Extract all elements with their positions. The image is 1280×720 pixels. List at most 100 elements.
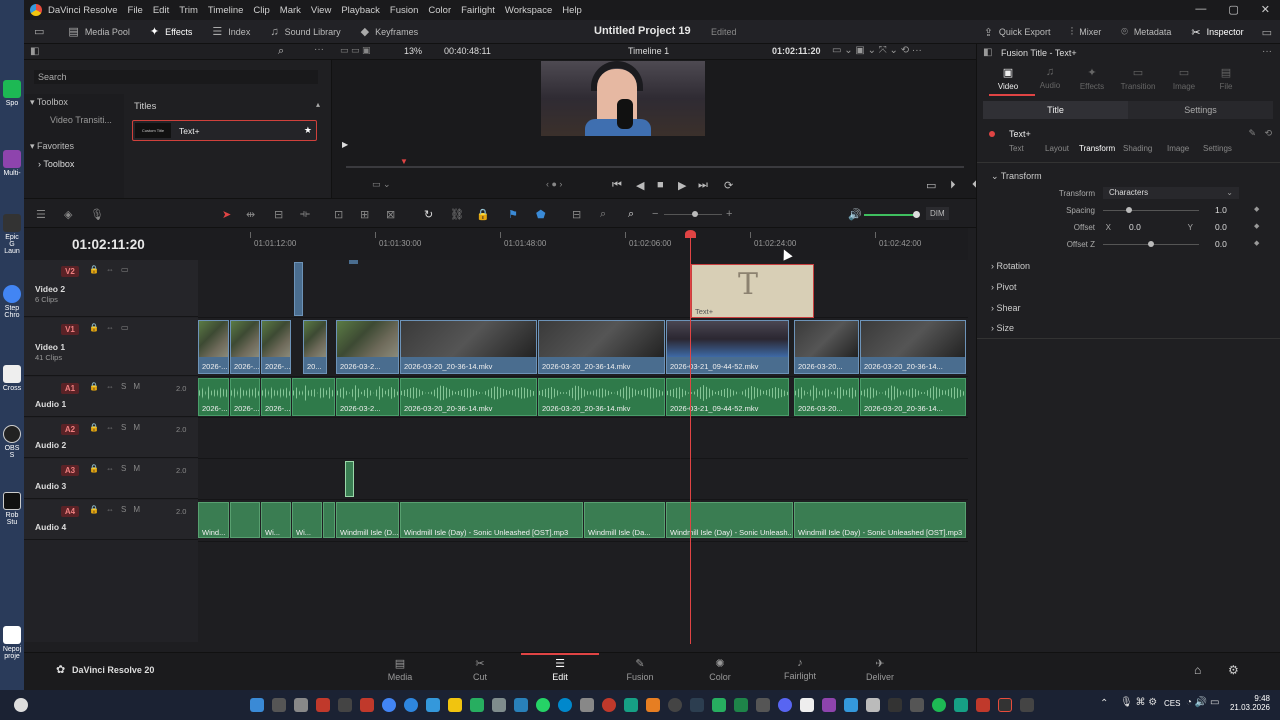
taskbar-app-icon[interactable] (844, 698, 858, 712)
file-explorer-icon[interactable] (448, 698, 462, 712)
marker-icon[interactable]: ⬟ (536, 208, 546, 221)
tray-chevron-icon[interactable]: ⌃ (1100, 698, 1108, 709)
magic-wand-icon[interactable]: ✎ (1248, 128, 1256, 139)
panel-toggle-icon[interactable]: ▭ (34, 25, 44, 38)
timeline-clip[interactable]: 2026-03-20_20-36-14... (860, 320, 966, 374)
replace-clip-icon[interactable]: ⊠ (386, 208, 395, 221)
network-volume-icons[interactable]: ◔ 🔊 ▭ (1186, 697, 1220, 708)
timeline-clip[interactable]: 2026-03-20... (794, 320, 859, 374)
auto-select-icon[interactable]: ⇔ (106, 505, 114, 514)
music-clip[interactable]: Wind... (198, 502, 229, 538)
stop-icon[interactable]: ■ (657, 179, 664, 191)
zoom-level[interactable]: 13% (404, 46, 422, 56)
subtab-text[interactable]: Text (1009, 144, 1024, 153)
inspector-tab-file[interactable]: ▤ File (1203, 66, 1249, 91)
inspector-tab-effects[interactable]: ✦ Effects (1069, 66, 1115, 91)
track-tag[interactable]: V1 (61, 324, 79, 335)
timeline-tracks[interactable]: T Text+ 2026-... 2026-... 2026-... 20...… (198, 260, 968, 642)
keyframe-icon[interactable]: ◆ (1254, 205, 1259, 213)
tree-video-transitions[interactable]: Video Transiti... (24, 112, 124, 130)
menu-fusion[interactable]: Fusion (390, 5, 419, 16)
menu-clip[interactable]: Clip (253, 5, 269, 16)
spacing-value[interactable]: 1.0 (1215, 205, 1227, 215)
mute-icon[interactable]: M (133, 505, 140, 514)
auto-select-icon[interactable]: ⇔ (106, 323, 114, 332)
page-media[interactable]: ▤ Media (365, 657, 435, 682)
music-clip[interactable] (323, 502, 335, 538)
close-button[interactable]: ✕ (1261, 3, 1270, 16)
timeline-clip[interactable] (349, 260, 358, 264)
sidebar-toggle-icon[interactable]: ◧ (30, 46, 39, 57)
zoom-in-icon[interactable]: + (726, 208, 732, 220)
taskbar-app-icon[interactable] (910, 698, 924, 712)
disable-track-icon[interactable]: ▭ (121, 323, 129, 332)
language-indicator[interactable]: CES (1164, 699, 1180, 708)
audio-clip[interactable]: 2026-03-20... (794, 378, 859, 416)
track-options-icon[interactable]: ◈ (64, 208, 72, 221)
lock-icon[interactable]: 🔒 (89, 464, 99, 473)
desktop-icon-spotify[interactable]: Spo (2, 80, 22, 107)
play-reverse-icon[interactable]: ◀ (636, 179, 644, 192)
audio-clip[interactable]: 2026-03-21_09-44-52.mkv (666, 378, 789, 416)
taskbar-app-icon[interactable] (712, 698, 726, 712)
desktop-icon-epic[interactable]: Epic G Laun (2, 214, 22, 255)
play-icon[interactable]: ▶ (678, 179, 686, 192)
audio-clip[interactable]: 2026-... (230, 378, 260, 416)
taskbar-app-icon[interactable] (316, 698, 330, 712)
title-item-textplus[interactable]: Custom Title Text+ ★ (132, 120, 317, 141)
viewer-scrubber[interactable] (346, 166, 964, 168)
viewer-layout-icon[interactable]: ▭ ▭ ▣ (340, 45, 371, 56)
transform-select[interactable]: Characters ⌄ (1103, 187, 1239, 199)
page-cut[interactable]: ✂ Cut (445, 657, 515, 682)
spotify-taskbar-icon[interactable] (932, 698, 946, 712)
record-voice-icon[interactable]: 🎙 (90, 208, 104, 221)
music-clip[interactable]: Wi... (261, 502, 291, 538)
taskbar-app-icon[interactable] (954, 698, 968, 712)
menu-timeline[interactable]: Timeline (208, 5, 244, 16)
audio-clip[interactable] (345, 461, 354, 497)
track-header-v1[interactable]: V1 🔒 ⇔ ▭ Video 1 41 Clips (24, 318, 198, 376)
timeline-clip[interactable]: 2026-03-21_09-44-52.mkv (666, 320, 789, 374)
mute-icon[interactable]: M (133, 382, 140, 391)
taskbar-app-icon[interactable] (360, 698, 374, 712)
music-clip[interactable]: Windmill Isle (Day) - Sonic Unleashed [O… (400, 502, 583, 538)
music-clip[interactable]: Windmill Isle (D... (336, 502, 399, 538)
panel-toggle-right-icon[interactable]: ▭ (1262, 26, 1272, 39)
inspector-button[interactable]: ✂ Inspector (1181, 20, 1253, 44)
go-to-start-icon[interactable]: ⏮ (612, 179, 622, 192)
subtab-image[interactable]: Image (1167, 144, 1189, 153)
solo-icon[interactable]: S (121, 464, 126, 473)
menu-view[interactable]: View (311, 5, 331, 16)
zoom-detail-icon[interactable]: ⌕ (600, 208, 606, 221)
taskbar-app-icon[interactable] (690, 698, 704, 712)
insert-clip-icon[interactable]: ⊡ (334, 208, 343, 221)
more-options-icon[interactable]: ··· (314, 44, 324, 55)
taskbar-app-icon[interactable] (580, 698, 594, 712)
go-to-end-icon[interactable]: ⏭ (698, 179, 708, 192)
loop-icon[interactable]: ⟳ (724, 179, 733, 192)
settings-gear-icon[interactable]: ⚙ (1228, 663, 1239, 677)
page-color[interactable]: ✺ Color (685, 657, 755, 682)
selection-tool-icon[interactable]: ➤ (222, 208, 231, 221)
audio-clip[interactable]: 2026-... (198, 378, 229, 416)
taskbar-app-icon[interactable] (888, 698, 902, 712)
tree-toolbox-favorite[interactable]: › Toolbox (24, 156, 124, 174)
collapse-icon[interactable]: ▴ (316, 100, 320, 109)
audio-clip[interactable]: 2026-03-20_20-36-14.mkv (400, 378, 537, 416)
menu-playback[interactable]: Playback (341, 5, 380, 16)
snapping-icon[interactable]: ↻ (424, 208, 433, 221)
dynamic-trim-icon[interactable]: ⊟ (274, 208, 283, 221)
taskbar-app-icon[interactable] (514, 698, 528, 712)
timeline-view-icon[interactable]: ☰ (36, 208, 46, 221)
chrome-icon[interactable] (382, 698, 396, 712)
menu-mark[interactable]: Mark (280, 5, 301, 16)
offset-z-value[interactable]: 0.0 (1215, 239, 1227, 249)
search-taskbar-icon[interactable] (272, 698, 286, 712)
timeline-clip[interactable]: 2026-03-2... (336, 320, 399, 374)
auto-select-icon[interactable]: ⇔ (106, 423, 114, 432)
taskview-icon[interactable] (294, 698, 308, 712)
index-button[interactable]: ☰ Index (202, 20, 260, 44)
tray-icons[interactable]: 🎙 ⌘ ⚙ (1120, 697, 1157, 708)
volume-icon[interactable]: 🔊 (848, 208, 862, 221)
section-size[interactable]: › Size (991, 323, 1014, 333)
